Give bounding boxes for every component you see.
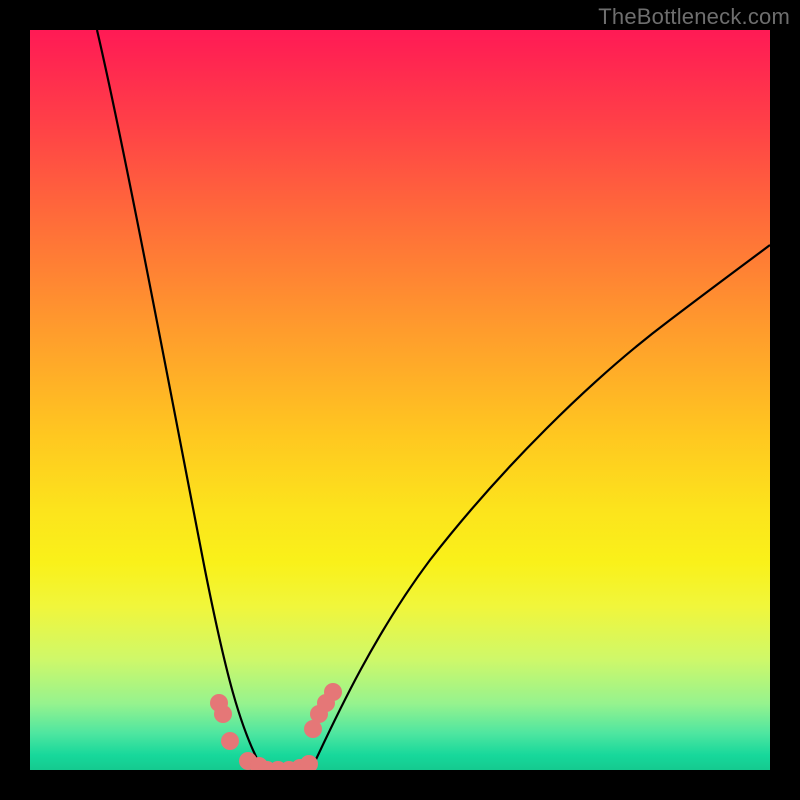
marker-dot <box>221 732 239 750</box>
marker-dot <box>324 683 342 701</box>
marker-group <box>210 683 342 770</box>
marker-dot <box>214 705 232 723</box>
chart-svg <box>30 30 770 770</box>
outer-frame: TheBottleneck.com <box>0 0 800 800</box>
left-curve <box>97 30 263 770</box>
right-curve <box>311 245 770 770</box>
marker-dot <box>300 755 318 770</box>
watermark-text: TheBottleneck.com <box>598 4 790 30</box>
